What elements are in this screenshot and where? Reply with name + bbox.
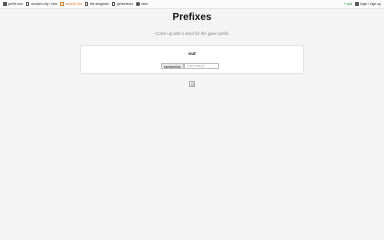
list-icon — [60, 2, 65, 6]
add-link[interactable]: + add — [344, 0, 353, 8]
dice-icon — [25, 2, 30, 6]
nav-item-home[interactable]: prefix.one — [3, 0, 23, 8]
login-link[interactable]: login / sign up — [355, 0, 381, 8]
nav-item-label: view — [141, 2, 148, 6]
how-many-input[interactable] — [184, 63, 220, 70]
nav-item-label: sorted / list — [65, 2, 82, 6]
user-icon — [355, 2, 359, 6]
nav-item-anagram[interactable]: the anagram — [84, 0, 109, 8]
top-navigation-bar: prefix.one random.city / new sorted / li… — [0, 0, 384, 9]
randomize-button[interactable]: randomize — [161, 63, 184, 70]
output-card: out randomize — [80, 45, 304, 74]
nav-item-sorted[interactable]: sorted / list — [60, 0, 82, 8]
nav-links: prefix.one random.city / new sorted / li… — [3, 0, 148, 8]
login-label: login / sign up — [360, 2, 381, 6]
page-title: Prefixes — [172, 12, 212, 23]
nav-item-label: the anagram — [89, 2, 109, 6]
toggle-checkbox[interactable] — [189, 81, 195, 87]
eye-icon — [136, 2, 140, 6]
nav-item-view[interactable]: view — [136, 0, 148, 8]
nav-item-label: random.city / new — [30, 2, 58, 6]
generator-controls: randomize — [161, 63, 220, 70]
account-links: + add login / sign up — [344, 0, 381, 8]
square-icon — [190, 82, 194, 86]
generator-icon — [111, 2, 116, 6]
nav-item-random[interactable]: random.city / new — [25, 0, 58, 8]
output-label: out — [188, 52, 196, 57]
nav-item-generators[interactable]: generators — [111, 0, 134, 8]
page-subtitle: Come up with a word for the given prefix — [155, 31, 229, 36]
logo-icon — [3, 2, 7, 6]
nav-item-label: generators — [116, 2, 134, 6]
nav-item-label: prefix.one — [7, 2, 23, 6]
anagram-icon — [84, 2, 89, 6]
